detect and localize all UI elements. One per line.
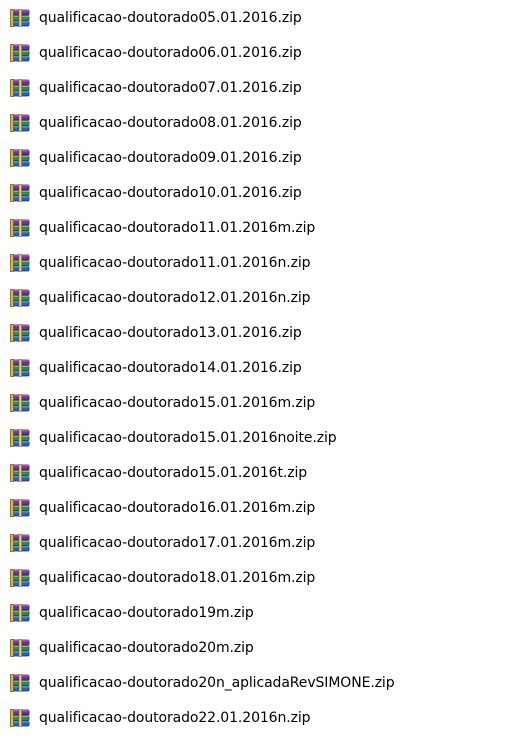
file-item[interactable]: qualificacao-doutorado20m.zip bbox=[10, 639, 395, 674]
winrar-archive-icon bbox=[10, 604, 32, 622]
file-name: qualificacao-doutorado11.01.2016m.zip bbox=[39, 220, 316, 236]
file-item[interactable]: qualificacao-doutorado19m.zip bbox=[10, 604, 395, 639]
file-name: qualificacao-doutorado09.01.2016.zip bbox=[39, 150, 302, 166]
winrar-archive-icon bbox=[10, 9, 32, 27]
winrar-archive-icon bbox=[10, 324, 32, 342]
file-item[interactable]: qualificacao-doutorado15.01.2016m.zip bbox=[10, 394, 395, 429]
file-list: qualificacao-doutorado05.01.2016.zip qua… bbox=[10, 9, 395, 744]
file-item[interactable]: qualificacao-doutorado14.01.2016.zip bbox=[10, 359, 395, 394]
file-item[interactable]: qualificacao-doutorado20n_aplicadaRevSIM… bbox=[10, 674, 395, 709]
file-name: qualificacao-doutorado10.01.2016.zip bbox=[39, 185, 302, 201]
file-name: qualificacao-doutorado22.01.2016n.zip bbox=[39, 710, 311, 726]
file-item[interactable]: qualificacao-doutorado08.01.2016.zip bbox=[10, 114, 395, 149]
file-name: qualificacao-doutorado05.01.2016.zip bbox=[39, 10, 302, 26]
winrar-archive-icon bbox=[10, 114, 32, 132]
winrar-archive-icon bbox=[10, 709, 32, 727]
file-item[interactable]: qualificacao-doutorado17.01.2016m.zip bbox=[10, 534, 395, 569]
file-item[interactable]: qualificacao-doutorado11.01.2016m.zip bbox=[10, 219, 395, 254]
winrar-archive-icon bbox=[10, 149, 32, 167]
file-name: qualificacao-doutorado15.01.2016m.zip bbox=[39, 395, 316, 411]
winrar-archive-icon bbox=[10, 429, 32, 447]
file-name: qualificacao-doutorado18.01.2016m.zip bbox=[39, 570, 316, 586]
file-name: qualificacao-doutorado20m.zip bbox=[39, 640, 254, 656]
winrar-archive-icon bbox=[10, 184, 32, 202]
winrar-archive-icon bbox=[10, 464, 32, 482]
file-item[interactable]: qualificacao-doutorado10.01.2016.zip bbox=[10, 184, 395, 219]
winrar-archive-icon bbox=[10, 79, 32, 97]
file-name: qualificacao-doutorado17.01.2016m.zip bbox=[39, 535, 316, 551]
file-name: qualificacao-doutorado15.01.2016noite.zi… bbox=[39, 430, 337, 446]
file-name: qualificacao-doutorado07.01.2016.zip bbox=[39, 80, 302, 96]
file-item[interactable]: qualificacao-doutorado06.01.2016.zip bbox=[10, 44, 395, 79]
file-item[interactable]: qualificacao-doutorado05.01.2016.zip bbox=[10, 9, 395, 44]
file-name: qualificacao-doutorado11.01.2016n.zip bbox=[39, 255, 311, 271]
file-item[interactable]: qualificacao-doutorado15.01.2016noite.zi… bbox=[10, 429, 395, 464]
file-item[interactable]: qualificacao-doutorado16.01.2016m.zip bbox=[10, 499, 395, 534]
file-item[interactable]: qualificacao-doutorado15.01.2016t.zip bbox=[10, 464, 395, 499]
file-name: qualificacao-doutorado19m.zip bbox=[39, 605, 254, 621]
file-item[interactable]: qualificacao-doutorado22.01.2016n.zip bbox=[10, 709, 395, 744]
file-item[interactable]: qualificacao-doutorado11.01.2016n.zip bbox=[10, 254, 395, 289]
file-name: qualificacao-doutorado14.01.2016.zip bbox=[39, 360, 302, 376]
winrar-archive-icon bbox=[10, 359, 32, 377]
file-name: qualificacao-doutorado12.01.2016n.zip bbox=[39, 290, 311, 306]
file-item[interactable]: qualificacao-doutorado09.01.2016.zip bbox=[10, 149, 395, 184]
winrar-archive-icon bbox=[10, 534, 32, 552]
file-name: qualificacao-doutorado16.01.2016m.zip bbox=[39, 500, 316, 516]
file-name: qualificacao-doutorado06.01.2016.zip bbox=[39, 45, 302, 61]
file-item[interactable]: qualificacao-doutorado12.01.2016n.zip bbox=[10, 289, 395, 324]
winrar-archive-icon bbox=[10, 499, 32, 517]
file-item[interactable]: qualificacao-doutorado13.01.2016.zip bbox=[10, 324, 395, 359]
winrar-archive-icon bbox=[10, 289, 32, 307]
winrar-archive-icon bbox=[10, 254, 32, 272]
file-name: qualificacao-doutorado13.01.2016.zip bbox=[39, 325, 302, 341]
winrar-archive-icon bbox=[10, 569, 32, 587]
file-name: qualificacao-doutorado08.01.2016.zip bbox=[39, 115, 302, 131]
winrar-archive-icon bbox=[10, 219, 32, 237]
file-item[interactable]: qualificacao-doutorado07.01.2016.zip bbox=[10, 79, 395, 114]
winrar-archive-icon bbox=[10, 674, 32, 692]
file-name: qualificacao-doutorado20n_aplicadaRevSIM… bbox=[39, 675, 395, 691]
winrar-archive-icon bbox=[10, 639, 32, 657]
winrar-archive-icon bbox=[10, 394, 32, 412]
file-item[interactable]: qualificacao-doutorado18.01.2016m.zip bbox=[10, 569, 395, 604]
winrar-archive-icon bbox=[10, 44, 32, 62]
file-name: qualificacao-doutorado15.01.2016t.zip bbox=[39, 465, 308, 481]
